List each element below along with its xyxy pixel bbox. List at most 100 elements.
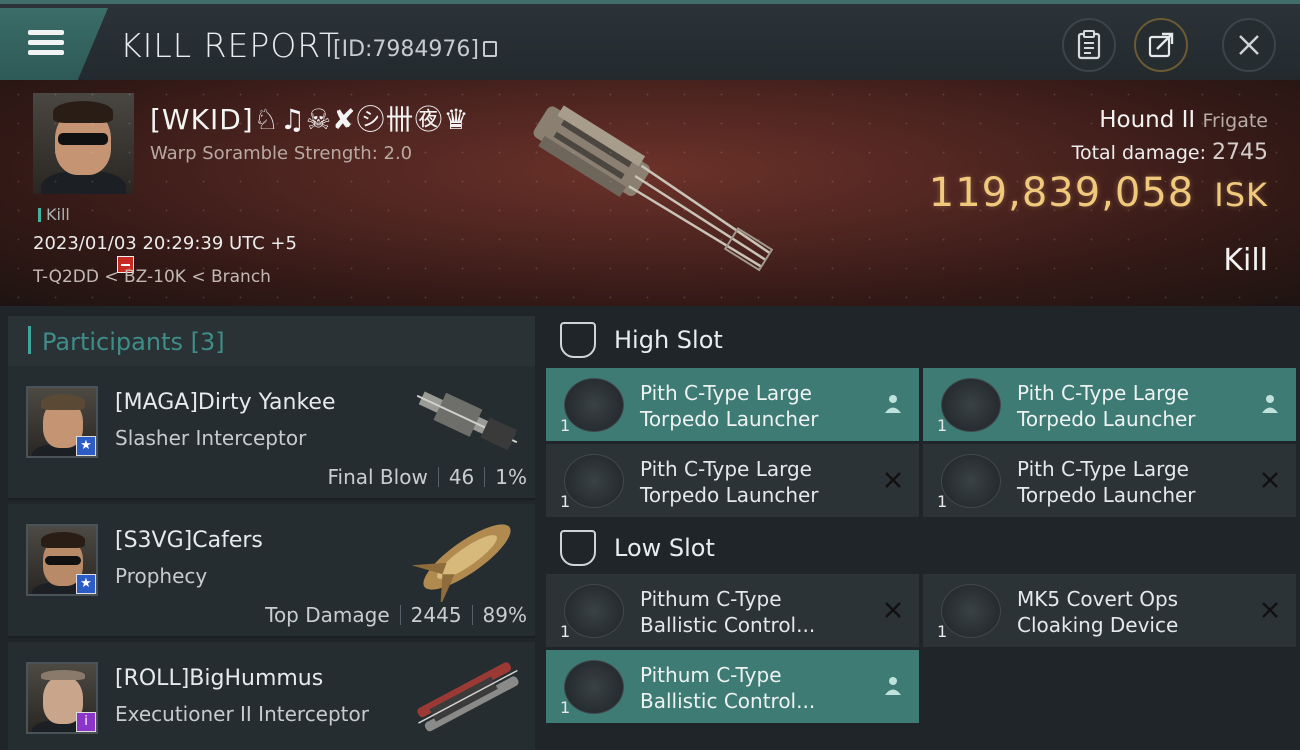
module-name-line1: Pith C-Type Large bbox=[640, 381, 812, 405]
kill-location[interactable]: T-Q2DD < BZ-10K < Branch bbox=[33, 267, 271, 287]
header-bar: KILL REPORT [ID:7984976] bbox=[0, 0, 1300, 80]
high-slot-header: High Slot bbox=[542, 308, 1300, 370]
module-item[interactable]: 1 Pith C-Type Large Torpedo Launcher bbox=[546, 368, 919, 441]
copy-icon[interactable] bbox=[483, 41, 497, 57]
isk-value: 119,839,058 ISK bbox=[929, 170, 1268, 216]
participant-ship-image bbox=[416, 391, 518, 451]
module-quantity: 1 bbox=[937, 622, 948, 641]
info-icon: i bbox=[76, 712, 96, 732]
participant-row[interactable]: ★ [MAGA]Dirty Yankee Slasher Interceptor… bbox=[8, 366, 535, 500]
module-item[interactable]: 1 Pith C-Type Large Torpedo Launcher bbox=[546, 444, 919, 517]
dropped-person-icon bbox=[885, 677, 901, 695]
high-slot-label: High Slot bbox=[614, 326, 723, 354]
participant-name: [ROLL]BigHummus bbox=[115, 666, 324, 691]
participant-damage: 46 bbox=[448, 465, 475, 489]
share-icon bbox=[1148, 32, 1174, 58]
share-button[interactable] bbox=[1134, 18, 1188, 72]
participant-role: Final Blow bbox=[327, 465, 428, 489]
victim-subtitle: Warp Soramble Strength: 2.0 bbox=[150, 143, 413, 164]
module-name: Pithum C-Type Ballistic Control... bbox=[640, 586, 815, 638]
module-name-line1: Pith C-Type Large bbox=[1017, 457, 1189, 481]
module-name: Pith C-Type Large Torpedo Launcher bbox=[640, 380, 819, 432]
victim-ship-name[interactable]: Hound II Frigate bbox=[1099, 107, 1268, 133]
module-name-line2: Torpedo Launcher bbox=[640, 483, 819, 507]
module-item[interactable]: 1 Pith C-Type Large Torpedo Launcher bbox=[923, 444, 1296, 517]
participant-ship: Slasher Interceptor bbox=[115, 426, 307, 450]
total-damage-value: 2745 bbox=[1212, 140, 1268, 165]
module-name: Pith C-Type Large Torpedo Launcher bbox=[640, 456, 819, 508]
ballistic-module-icon bbox=[564, 584, 624, 638]
participant-ship: Executioner II Interceptor bbox=[115, 702, 369, 726]
dropped-person-icon bbox=[1262, 395, 1278, 413]
ship-class: Frigate bbox=[1202, 110, 1268, 132]
module-item[interactable]: 1 Pithum C-Type Ballistic Control... bbox=[546, 574, 919, 647]
module-name-line1: Pith C-Type Large bbox=[640, 457, 812, 481]
module-name-line2: Ballistic Control... bbox=[640, 689, 816, 713]
participant-ship-image bbox=[417, 662, 519, 732]
module-quantity: 1 bbox=[560, 416, 571, 435]
launcher-module-icon bbox=[941, 454, 1001, 508]
clipboard-button[interactable] bbox=[1062, 18, 1116, 72]
destroyed-x-icon bbox=[885, 472, 901, 488]
victim-ship-image bbox=[533, 105, 774, 272]
ballistic-module-icon bbox=[564, 660, 624, 714]
participant-name: [S3VG]Cafers bbox=[115, 528, 263, 553]
star-icon: ★ bbox=[76, 436, 96, 456]
participant-percent: 1% bbox=[495, 465, 527, 489]
fittings-panel: High Slot 1 Pith C-Type Large Torpedo Lau… bbox=[542, 306, 1300, 750]
module-item[interactable]: 1 MK5 Covert Ops Cloaking Device bbox=[923, 574, 1296, 647]
participant-row[interactable]: i [ROLL]BigHummus Executioner II Interce… bbox=[8, 642, 535, 750]
victim-banner: [WKID]♘♫☠✘㋛卌㊰♛ Warp Soramble Strength: 2… bbox=[0, 80, 1300, 306]
module-item[interactable]: 1 Pithum C-Type Ballistic Control... bbox=[546, 650, 919, 723]
page-title: KILL REPORT bbox=[120, 26, 340, 65]
destroyed-x-icon bbox=[885, 602, 901, 618]
close-button[interactable] bbox=[1222, 18, 1276, 72]
high-slot-icon bbox=[560, 322, 596, 358]
module-name: Pith C-Type Large Torpedo Launcher bbox=[1017, 456, 1196, 508]
kill-tag: Kill bbox=[38, 205, 70, 224]
star-icon: ★ bbox=[76, 574, 96, 594]
module-name: MK5 Covert Ops Cloaking Device bbox=[1017, 586, 1178, 638]
participant-name: [MAGA]Dirty Yankee bbox=[115, 390, 336, 415]
participant-damage: 2445 bbox=[410, 603, 462, 627]
destroyed-x-icon bbox=[1262, 472, 1278, 488]
module-name-line2: Torpedo Launcher bbox=[1017, 407, 1196, 431]
participant-row[interactable]: ★ [S3VG]Cafers Prophecy Top Damage 2445 89… bbox=[8, 504, 535, 638]
report-id: [ID:7984976] bbox=[333, 37, 497, 62]
kill-status: Kill bbox=[1223, 243, 1268, 278]
module-quantity: 1 bbox=[560, 698, 571, 717]
ship-name-text: Hound II bbox=[1099, 107, 1196, 133]
close-icon bbox=[1239, 35, 1259, 55]
module-name-line2: Ballistic Control... bbox=[640, 613, 816, 637]
total-damage: Total damage: 2745 bbox=[1072, 140, 1268, 165]
participants-panel: Participants [3] ★ [MAGA]Dirty Yankee Sl… bbox=[0, 306, 542, 750]
module-quantity: 1 bbox=[937, 492, 948, 511]
kill-report-app: KILL REPORT [ID:7984976] [WKID]♘♫☠✘㋛卌㊰♛ … bbox=[0, 0, 1300, 750]
victim-name[interactable]: [WKID]♘♫☠✘㋛卌㊰♛ bbox=[150, 98, 470, 138]
dropped-person-icon bbox=[885, 395, 901, 413]
low-slot-label: Low Slot bbox=[614, 534, 715, 562]
module-name-line2: Cloaking Device bbox=[1017, 613, 1179, 637]
module-name-line1: Pithum C-Type bbox=[640, 663, 782, 687]
module-name: Pith C-Type Large Torpedo Launcher bbox=[1017, 380, 1196, 432]
participant-role: Top Damage bbox=[265, 603, 390, 627]
participants-header: Participants [3] bbox=[8, 316, 535, 370]
module-name-line1: MK5 Covert Ops bbox=[1017, 587, 1179, 611]
total-damage-label: Total damage: bbox=[1071, 142, 1206, 164]
module-name-line1: Pith C-Type Large bbox=[1017, 381, 1189, 405]
participant-ship-image bbox=[411, 524, 511, 602]
module-item[interactable]: 1 Pith C-Type Large Torpedo Launcher bbox=[923, 368, 1296, 441]
module-name-line2: Torpedo Launcher bbox=[1017, 483, 1196, 507]
module-name-line2: Torpedo Launcher bbox=[640, 407, 819, 431]
report-id-text: [ID:7984976] bbox=[333, 37, 479, 62]
isk-unit: ISK bbox=[1214, 176, 1268, 214]
menu-button[interactable] bbox=[0, 8, 108, 80]
participant-stats: Final Blow 46 1% bbox=[327, 465, 527, 489]
participants-title: Participants [3] bbox=[42, 328, 225, 356]
module-quantity: 1 bbox=[560, 622, 571, 641]
destroyed-x-icon bbox=[1262, 602, 1278, 618]
participant-ship: Prophecy bbox=[115, 564, 208, 588]
victim-avatar[interactable] bbox=[33, 93, 134, 194]
module-quantity: 1 bbox=[560, 492, 571, 511]
low-slot-icon bbox=[560, 530, 596, 566]
